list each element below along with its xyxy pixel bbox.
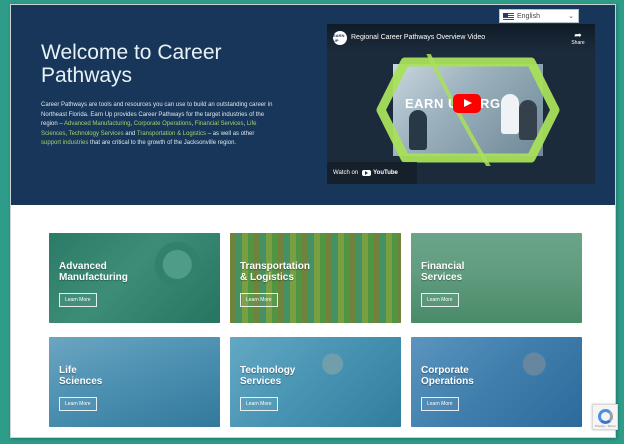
link-technology-services[interactable]: Technology Services: [69, 131, 124, 137]
card-title-line: Corporate: [421, 365, 469, 376]
card-title: Transportation & Logistics: [240, 261, 370, 283]
card-corporate-operations[interactable]: Corporate Operations Learn More: [411, 337, 582, 427]
card-title-line: Services: [421, 272, 463, 283]
card-title-line: Sciences: [59, 376, 103, 387]
card-title: Corporate Operations: [421, 365, 551, 387]
card-technology-services[interactable]: Technology Services Learn More: [230, 337, 401, 427]
chevron-down-icon: ⌄: [568, 13, 574, 20]
card-title-line: Life: [59, 365, 77, 376]
learn-more-button[interactable]: Learn More: [421, 397, 459, 411]
page-title: Welcome to Career Pathways: [41, 41, 222, 87]
card-transportation-logistics[interactable]: Transportation & Logistics Learn More: [230, 233, 401, 323]
learn-more-button[interactable]: Learn More: [59, 293, 97, 307]
learn-more-button[interactable]: Learn More: [421, 293, 459, 307]
industry-cards-grid: Advanced Manufacturing Learn More Transp…: [49, 233, 583, 427]
card-advanced-manufacturing[interactable]: Advanced Manufacturing Learn More: [49, 233, 220, 323]
recaptcha-badge[interactable]: Privacy - Terms: [592, 404, 618, 430]
play-button[interactable]: [453, 94, 481, 113]
share-arrow-icon: ➦: [574, 30, 582, 40]
card-title: Technology Services: [240, 365, 370, 387]
hero-section: English ⌄ Welcome to Career Pathways Car…: [11, 5, 615, 205]
link-transportation-logistics[interactable]: Transportation & Logistics: [137, 131, 206, 137]
youtube-play-icon: [362, 170, 372, 176]
watch-on-youtube-button[interactable]: Watch on YouTube: [327, 162, 417, 184]
card-title-line: Operations: [421, 376, 474, 387]
hero-text-part: that are critical to the growth of the J…: [88, 140, 237, 146]
video-title[interactable]: Regional Career Pathways Overview Video: [351, 34, 485, 41]
watch-on-label: Watch on: [333, 170, 359, 176]
card-life-sciences[interactable]: Life Sciences Learn More: [49, 337, 220, 427]
conjunction: and: [123, 130, 137, 137]
card-title-line: Financial: [421, 261, 465, 272]
language-selected: English: [517, 12, 540, 20]
learn-more-button[interactable]: Learn More: [240, 397, 278, 411]
channel-avatar[interactable]: EARN UP: [333, 31, 347, 45]
card-title-line: Technology: [240, 365, 296, 376]
card-title: Life Sciences: [59, 365, 189, 387]
hero-description: Career Pathways are tools and resources …: [41, 101, 273, 149]
hero-text-part: – as well as other: [206, 130, 255, 137]
link-support-industries[interactable]: support industries: [41, 140, 88, 146]
youtube-logo: YouTube: [362, 170, 398, 176]
youtube-wordmark: YouTube: [373, 170, 398, 176]
card-title-line: & Logistics: [240, 272, 294, 283]
share-label: Share: [571, 40, 585, 46]
card-title: Advanced Manufacturing: [59, 261, 189, 283]
card-financial-services[interactable]: Financial Services Learn More: [411, 233, 582, 323]
link-advanced-manufacturing[interactable]: Advanced Manufacturing: [64, 121, 130, 127]
card-title-line: Manufacturing: [59, 272, 128, 283]
browser-page: English ⌄ Welcome to Career Pathways Car…: [10, 4, 616, 438]
link-financial-services[interactable]: Financial Services: [195, 121, 244, 127]
share-button[interactable]: ➦ Share: [569, 30, 587, 46]
card-title-line: Services: [240, 376, 282, 387]
link-corporate-operations[interactable]: Corporate Operations: [134, 121, 192, 127]
learn-more-button[interactable]: Learn More: [240, 293, 278, 307]
language-selector[interactable]: English ⌄: [499, 9, 579, 23]
learn-more-button[interactable]: Learn More: [59, 397, 97, 411]
card-title-line: Advanced: [59, 261, 107, 272]
card-title: Financial Services: [421, 261, 551, 283]
recaptcha-icon: [598, 409, 613, 424]
card-title-line: Transportation: [240, 261, 311, 272]
video-player[interactable]: EARN UP.ORG EARN UP Regional Career Path…: [327, 24, 595, 184]
us-flag-icon: [503, 12, 514, 20]
recaptcha-links[interactable]: Privacy - Terms: [595, 424, 616, 428]
